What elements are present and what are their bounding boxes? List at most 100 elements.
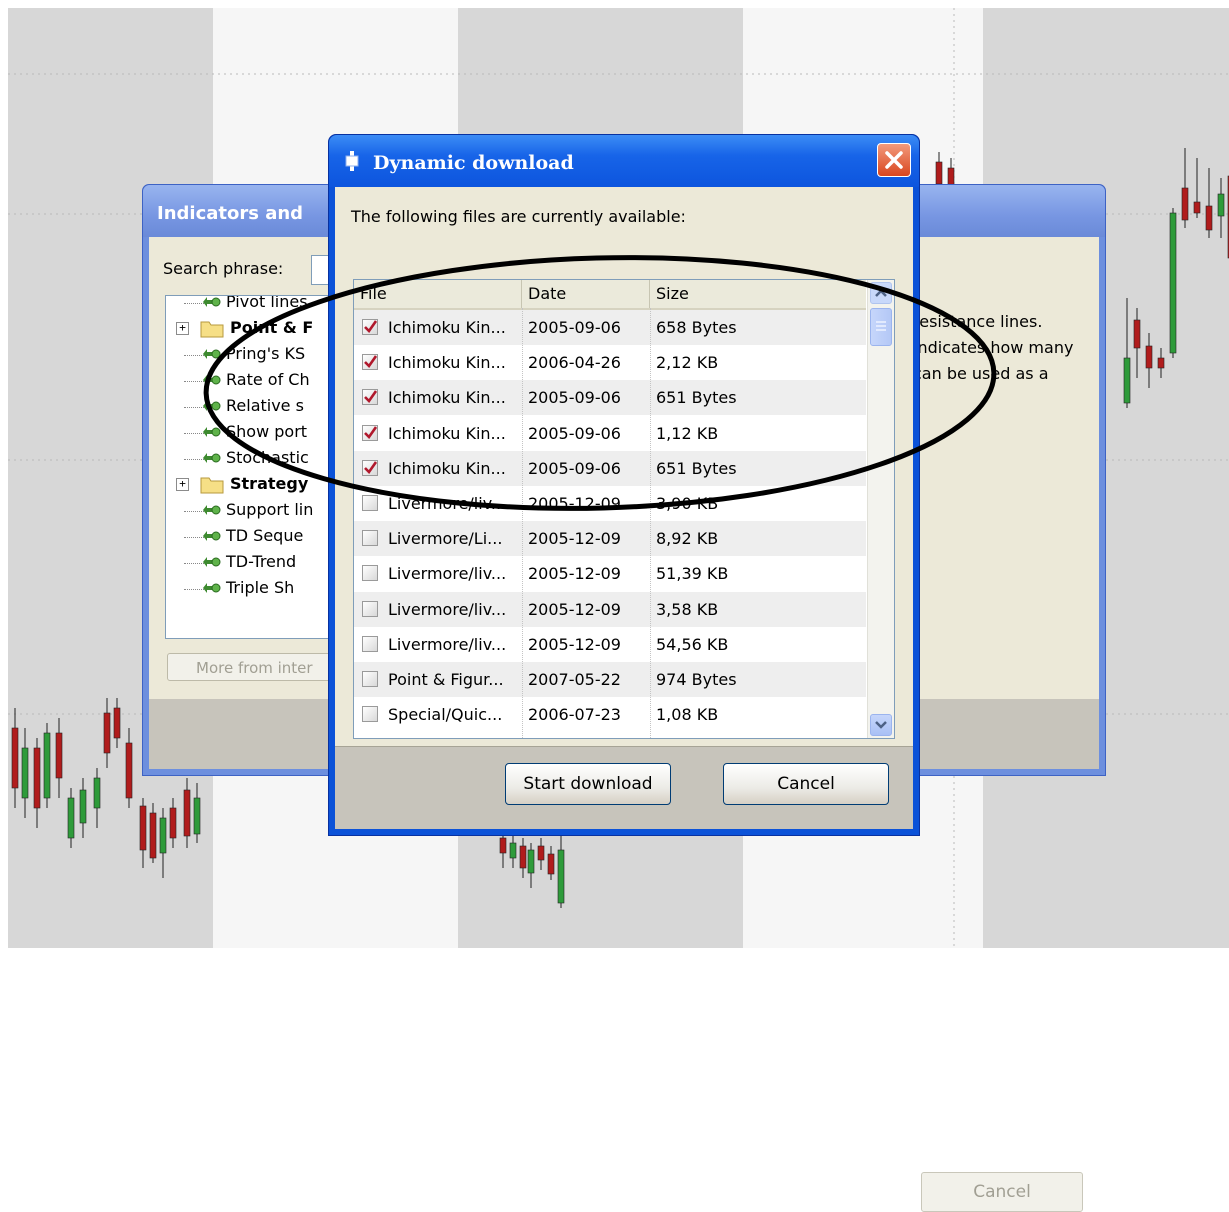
tree-item-label: TD-Trend: [226, 552, 297, 571]
check-icon: [364, 355, 377, 369]
indicators-cancel-button[interactable]: Cancel: [921, 1172, 1083, 1212]
vertical-scrollbar[interactable]: [867, 280, 894, 738]
file-row[interactable]: Special/Quic... 2006-07-23 1,08 KB: [354, 697, 866, 732]
list-header: File Date Size: [354, 280, 866, 310]
file-checkbox[interactable]: [362, 706, 378, 723]
start-download-button[interactable]: Start download: [505, 763, 671, 805]
tree-item[interactable]: + Point & F: [166, 316, 336, 342]
file-checkbox[interactable]: [362, 319, 378, 335]
indicator-icon: [203, 427, 221, 437]
file-name: Livermore/liv...: [388, 564, 507, 584]
candle-body: [193, 797, 201, 835]
tree-item[interactable]: TD Seque: [166, 524, 336, 550]
tree-item[interactable]: Rate of Ch: [166, 368, 336, 394]
available-files-label: The following files are currently availa…: [351, 207, 686, 226]
indicator-icon: [203, 401, 221, 411]
close-button[interactable]: [877, 143, 911, 177]
check-icon: [364, 390, 377, 404]
file-date: 2005-09-06: [528, 388, 621, 408]
file-checkbox[interactable]: [362, 354, 378, 371]
candle-body: [1181, 187, 1189, 221]
file-size: 974 Bytes: [656, 670, 737, 689]
cancel-button[interactable]: Cancel: [723, 763, 889, 805]
tree-item-label: Rate of Ch: [226, 370, 310, 389]
indicator-description: resistance lines. indicates how many can…: [913, 309, 1103, 387]
candle-body: [159, 817, 167, 854]
indicator-icon: [203, 583, 221, 593]
file-checkbox[interactable]: [362, 600, 378, 617]
file-row[interactable]: Livermore/Li... 2005-12-09 8,92 KB: [354, 521, 866, 557]
file-row[interactable]: Livermore/liv... 2005-12-09 3,90 KB: [354, 486, 866, 521]
file-row[interactable]: Ichimoku Kin... 2005-09-06 658 Bytes: [354, 310, 866, 345]
check-icon: [364, 320, 377, 334]
expand-icon[interactable]: +: [176, 322, 189, 335]
file-row[interactable]: Ichimoku Kin... 2005-09-06 651 Bytes: [354, 380, 866, 416]
tree-item[interactable]: Show port: [166, 420, 336, 446]
file-name: Ichimoku Kin...: [388, 423, 506, 443]
candle-body: [935, 161, 943, 185]
candle-body: [139, 805, 147, 851]
tree-item-label: Support lin: [226, 500, 314, 519]
file-row[interactable]: Livermore/liv... 2005-12-09 54,56 KB: [354, 627, 866, 662]
file-size: 658 Bytes: [656, 318, 737, 337]
file-size: 8,92 KB: [656, 529, 719, 549]
candle-body: [103, 712, 111, 754]
tree-item-label: Stochastic: [226, 448, 309, 467]
file-checkbox[interactable]: [362, 671, 378, 687]
candle-body: [1205, 205, 1213, 231]
candle-body: [93, 777, 101, 809]
file-checkbox[interactable]: [362, 424, 378, 441]
file-size: 1,12 KB: [656, 423, 719, 443]
tree-item[interactable]: + Strategy: [166, 472, 336, 498]
column-header-size[interactable]: Size: [650, 280, 866, 308]
tree-item[interactable]: Triple Sh: [166, 576, 336, 602]
candle-body: [509, 842, 517, 859]
column-divider: [522, 308, 523, 738]
file-name: Point & Figur...: [388, 670, 504, 689]
file-checkbox[interactable]: [362, 495, 378, 511]
file-checkbox[interactable]: [362, 389, 378, 406]
file-row[interactable]: Livermore/liv... 2005-12-09 3,58 KB: [354, 591, 866, 627]
scroll-down-button[interactable]: [870, 714, 892, 736]
tree-item-label: Point & F: [230, 318, 314, 337]
file-checkbox[interactable]: [362, 530, 378, 547]
file-row[interactable]: Ichimoku Kin... 2005-09-06 651 Bytes: [354, 450, 866, 486]
tree-item[interactable]: Stochastic: [166, 446, 336, 472]
file-row[interactable]: Point & Figur... 2007-05-22 974 Bytes: [354, 662, 866, 697]
file-row[interactable]: Ichimoku Kin... 2005-09-06 1,12 KB: [354, 416, 866, 451]
scroll-thumb[interactable]: [870, 308, 892, 346]
file-checkbox[interactable]: [362, 459, 378, 476]
candle-body: [183, 789, 191, 837]
file-date: 2007-05-22: [528, 670, 621, 689]
tree-item[interactable]: Pring's KS: [166, 342, 336, 368]
file-row[interactable]: Ichimoku Kin... 2006-04-26 2,12 KB: [354, 345, 866, 380]
expand-icon[interactable]: +: [176, 478, 189, 491]
file-date: 2005-09-06: [528, 458, 621, 478]
file-size: 3,58 KB: [656, 599, 719, 619]
dynamic-download-client: The following files are currently availa…: [335, 187, 913, 829]
scroll-up-button[interactable]: [870, 282, 892, 304]
file-checkbox[interactable]: [362, 565, 378, 582]
file-checkbox[interactable]: [362, 635, 378, 652]
file-date: 2006-07-23: [528, 705, 621, 725]
indicator-tree[interactable]: Pivot lines + Point & F Pring's KS Rate of C…: [165, 295, 337, 639]
more-from-internet-button[interactable]: More from inter: [167, 653, 337, 681]
file-list[interactable]: File Date Size Ichimoku Kin... 2005-09-06…: [353, 279, 895, 739]
file-date: 2005-12-09: [528, 599, 621, 619]
column-header-date[interactable]: Date: [522, 280, 650, 308]
file-date: 2005-12-09: [528, 494, 621, 513]
candle-body: [519, 845, 527, 869]
tree-item[interactable]: Relative s: [166, 394, 336, 420]
tree-item[interactable]: Pivot lines: [166, 295, 336, 316]
candle-body: [1123, 357, 1131, 404]
tree-item-label: Pivot lines: [226, 295, 308, 311]
tree-item[interactable]: TD-Trend: [166, 550, 336, 576]
tree-item[interactable]: Support lin: [166, 498, 336, 524]
description-line: resistance lines.: [913, 312, 1043, 331]
column-header-file[interactable]: File: [354, 280, 522, 308]
file-date: 2006-04-26: [528, 353, 621, 373]
close-icon: [885, 151, 903, 169]
indicator-icon: [203, 531, 221, 541]
file-row[interactable]: Livermore/liv... 2005-12-09 51,39 KB: [354, 556, 866, 591]
dynamic-download-titlebar[interactable]: Dynamic download: [329, 135, 919, 187]
